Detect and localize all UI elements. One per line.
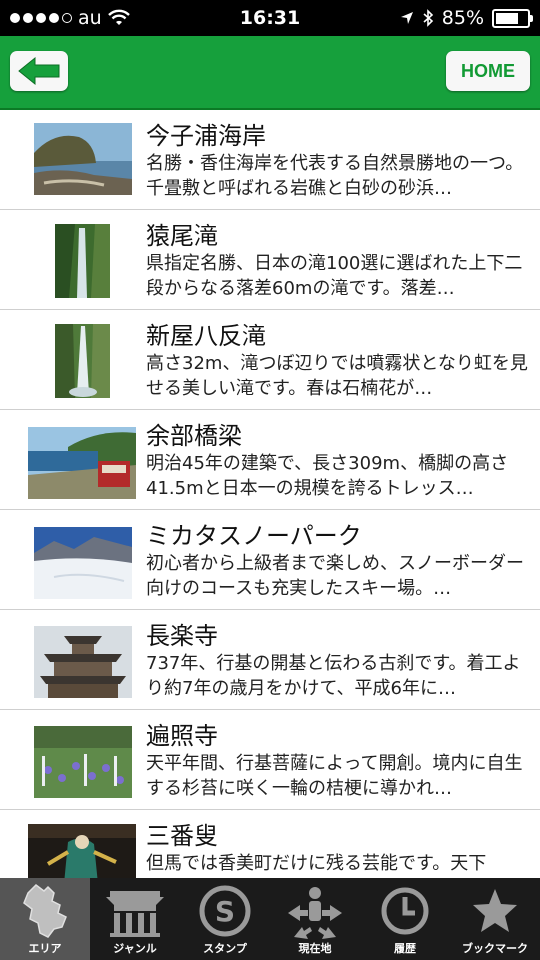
stamp-icon: S — [199, 885, 251, 937]
home-button[interactable]: HOME — [446, 51, 530, 91]
tab-stamp[interactable]: S スタンプ — [180, 878, 270, 960]
spot-thumbnail — [34, 726, 132, 798]
spot-thumbnail — [28, 824, 136, 878]
map-region-icon — [23, 884, 67, 938]
list-item[interactable]: 長楽寺 737年、行基の開基と伝わる古刹です。着工より約7年の歳月をかけて、平成… — [0, 610, 540, 710]
tab-history[interactable]: 履歴 — [360, 878, 450, 960]
tab-label: ジャンル — [113, 942, 157, 955]
spot-title: 今子浦海岸 — [146, 122, 266, 150]
spot-thumbnail — [55, 224, 110, 298]
list-item[interactable]: 三番叟 但馬では香美町だけに残る芸能です。天下 — [0, 810, 540, 878]
bluetooth-icon — [423, 9, 433, 27]
spot-thumbnail — [34, 626, 132, 698]
tab-label: 現在地 — [298, 942, 332, 955]
star-icon — [473, 889, 517, 932]
spot-description: 但馬では香美町だけに残る芸能です。天下 — [146, 853, 487, 874]
tab-bookmark[interactable]: ブックマーク — [450, 878, 540, 960]
location-arrow-icon — [400, 12, 413, 24]
battery-icon — [492, 8, 533, 28]
nav-bar: HOME — [0, 36, 540, 110]
spot-thumbnail — [34, 123, 132, 195]
tab-current-location[interactable]: 現在地 — [270, 878, 360, 960]
tab-label: ブックマーク — [462, 942, 528, 955]
current-location-icon — [288, 887, 342, 939]
tab-bar: エリア ジャンル S スタンプ 現在地 履歴 ブックマーク — [0, 878, 540, 960]
spot-title: 新屋八反滝 — [146, 322, 266, 350]
spot-title: 三番叟 — [146, 822, 218, 850]
list-item[interactable]: 猿尾滝 県指定名勝、日本の滝100選に選ばれた上下二段からなる落差60mの滝です… — [0, 210, 540, 310]
spot-description: 737年、行基の開基と伝わる古刹です。着工より約7年の歳月をかけて、平成6年に… — [146, 653, 521, 699]
clock-icon — [381, 887, 429, 935]
spot-title: 長楽寺 — [146, 622, 218, 650]
back-arrow-icon — [18, 56, 60, 86]
tab-area[interactable]: エリア — [0, 878, 90, 960]
tab-label: スタンプ — [203, 942, 247, 955]
status-bar: au 16:31 85% — [0, 0, 540, 36]
spot-title: ミカタスノーパーク — [146, 522, 362, 550]
tab-label: エリア — [28, 942, 62, 955]
svg-text:S: S — [215, 895, 235, 928]
spot-title: 余部橋梁 — [146, 422, 242, 450]
back-button[interactable] — [10, 51, 68, 91]
tab-label: 履歴 — [394, 942, 416, 955]
spot-thumbnail — [34, 527, 132, 599]
list-item[interactable]: 今子浦海岸 名勝・香住海岸を代表する自然景勝地の一つ。千畳敷と呼ばれる岩礁と白砂… — [0, 110, 540, 210]
spot-title: 遍照寺 — [146, 722, 218, 750]
temple-icon — [106, 891, 164, 937]
list-item[interactable]: ミカタスノーパーク 初心者から上級者まで楽しめ、スノーボーダー向けのコースも充実… — [0, 510, 540, 610]
spot-description: 初心者から上級者まで楽しめ、スノーボーダー向けのコースも充実したスキー場。… — [146, 553, 524, 599]
list-item[interactable]: 新屋八反滝 高さ32m、滝つぼ辺りでは噴霧状となり虹を見せる美しい滝です。春は石… — [0, 310, 540, 410]
spot-thumbnail — [55, 324, 110, 398]
tab-genre[interactable]: ジャンル — [90, 878, 180, 960]
spot-list: 今子浦海岸 名勝・香住海岸を代表する自然景勝地の一つ。千畳敷と呼ばれる岩礁と白砂… — [0, 110, 540, 878]
spot-title: 猿尾滝 — [146, 222, 218, 250]
spot-description: 明治45年の建築で、長さ309m、橋脚の高さ41.5mと日本一の規模を誇るトレッ… — [146, 453, 509, 499]
list-item[interactable]: 遍照寺 天平年間、行基菩薩によって開創。境内に自生する杉苔に咲く一輪の桔梗に導か… — [0, 710, 540, 810]
spot-description: 名勝・香住海岸を代表する自然景勝地の一つ。千畳敷と呼ばれる岩礁と白砂の砂浜… — [146, 153, 524, 199]
spot-description: 高さ32m、滝つぼ辺りでは噴霧状となり虹を見せる美しい滝です。春は石楠花が… — [146, 353, 528, 399]
list-item[interactable]: 余部橋梁 明治45年の建築で、長さ309m、橋脚の高さ41.5mと日本一の規模を… — [0, 410, 540, 510]
battery-percent: 85% — [441, 7, 484, 29]
spot-thumbnail — [28, 427, 136, 499]
spot-description: 県指定名勝、日本の滝100選に選ばれた上下二段からなる落差60mの滝です。落差… — [146, 253, 523, 299]
spot-description: 天平年間、行基菩薩によって開創。境内に自生する杉苔に咲く一輪の桔梗に導かれ… — [146, 753, 523, 799]
